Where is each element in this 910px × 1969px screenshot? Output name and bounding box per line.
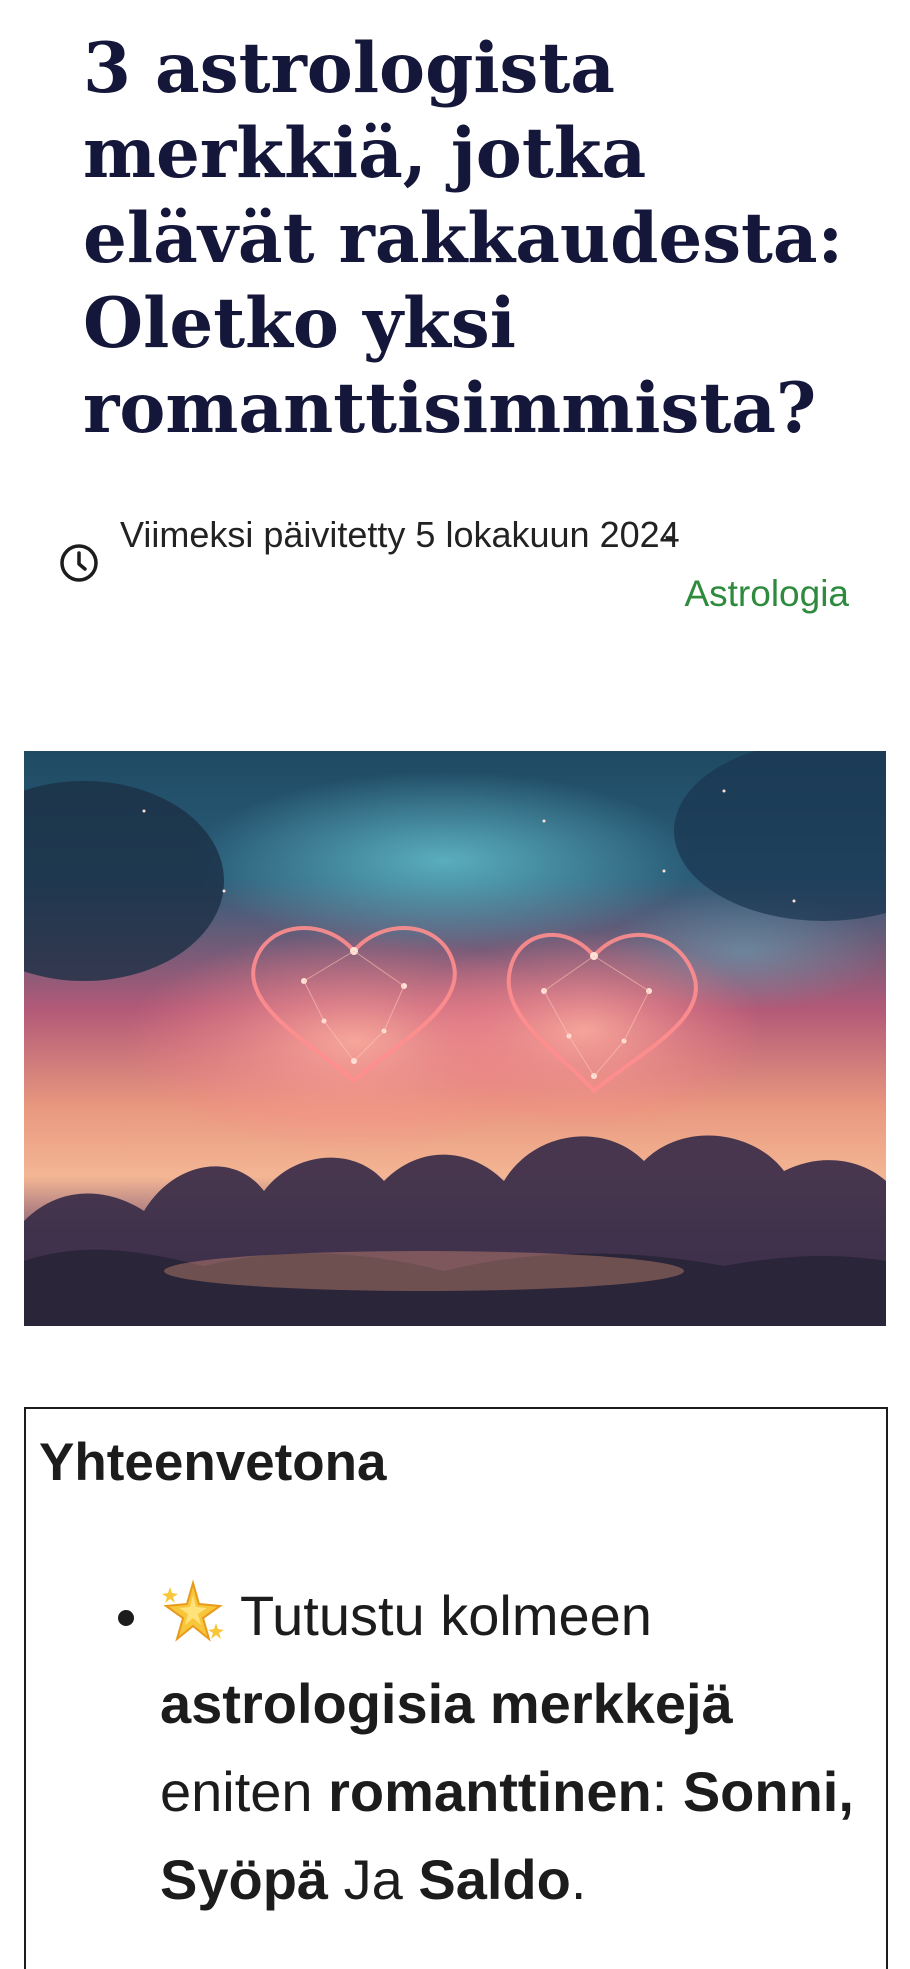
summary-text-6: Sonni, [682, 1760, 854, 1823]
sparkle-icon [162, 1579, 224, 1642]
meta-separator: - [664, 514, 676, 555]
category-link[interactable]: Astrologia [684, 564, 849, 623]
summary-text-7: Syöpä [160, 1848, 329, 1911]
summary-text-2: astrologisia merkkejä [160, 1672, 733, 1735]
summary-list: Tutustu kolmeen astrologisia merkkejä en… [26, 1572, 886, 1924]
summary-text-1: Tutustu kolmeen [240, 1584, 652, 1647]
summary-title: Yhteenvetona [39, 1433, 387, 1492]
bullet-icon [118, 1610, 134, 1626]
summary-text-3: eniten [160, 1760, 313, 1823]
article-title: 3 astrologista merkkiä, jotka elävät rak… [83, 28, 844, 449]
updated-date: Viimeksi päivitetty 5 lokakuun 2024 [120, 514, 680, 555]
summary-text-9: Saldo [418, 1848, 571, 1911]
summary-text-10: . [570, 1848, 587, 1911]
summary-text-4: romanttinen [328, 1760, 652, 1823]
article-meta: Viimeksi päivitetty 5 lokakuun 2024 - As… [58, 505, 853, 615]
clock-icon [60, 544, 98, 582]
constellation-hearts-sky-image [24, 751, 886, 1326]
list-item: Tutustu kolmeen astrologisia merkkejä en… [26, 1572, 886, 1924]
hero-image [24, 751, 886, 1326]
summary-text-8: Ja [343, 1848, 403, 1911]
summary-text-5: : [651, 1760, 668, 1823]
summary-box: Yhteenvetona Tutustu kolmeen astrologisi… [24, 1407, 888, 1969]
